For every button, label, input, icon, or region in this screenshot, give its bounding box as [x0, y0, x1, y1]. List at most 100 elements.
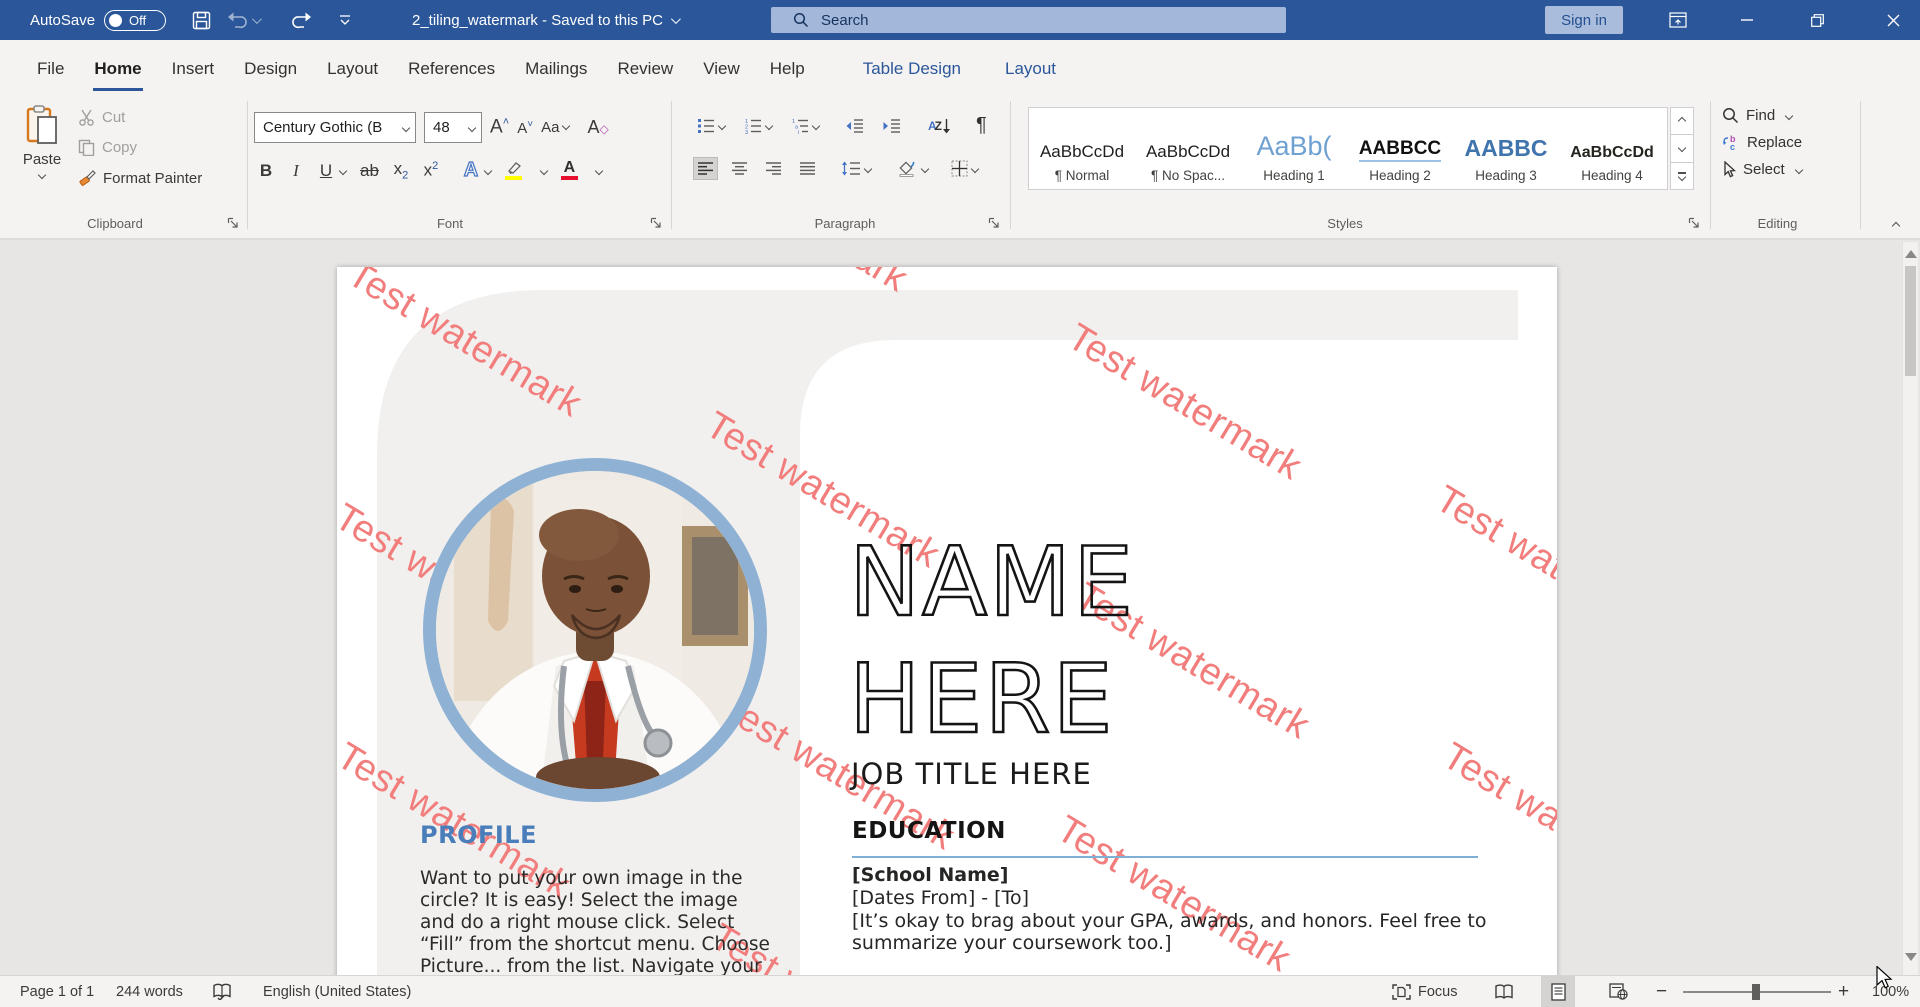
read-mode-button[interactable]	[1487, 976, 1521, 1007]
justify-button[interactable]	[796, 158, 819, 179]
increase-indent-button[interactable]	[880, 115, 904, 137]
tab-references[interactable]: References	[393, 40, 510, 97]
style-heading-1[interactable]: AaBb( Heading 1	[1241, 108, 1347, 189]
sign-in-button[interactable]: Sign in	[1545, 6, 1623, 34]
style-no-spacing[interactable]: AaBbCcDd ¶ No Spac...	[1135, 108, 1241, 189]
minimize-button[interactable]	[1724, 0, 1770, 40]
superscript-button[interactable]: x2	[423, 160, 439, 181]
clear-formatting-button[interactable]: A◇	[587, 117, 608, 138]
tab-insert[interactable]: Insert	[157, 40, 230, 97]
close-button[interactable]	[1866, 0, 1920, 40]
tab-design[interactable]: Design	[229, 40, 312, 97]
tab-review[interactable]: Review	[602, 40, 688, 97]
profile-text-line[interactable]: Want to put your own image in the	[420, 868, 743, 889]
tab-help[interactable]: Help	[755, 40, 820, 97]
underline-button[interactable]: U	[318, 161, 334, 181]
scroll-down-button[interactable]	[1905, 953, 1917, 961]
highlight-color-button[interactable]	[505, 161, 523, 180]
tab-layout-contextual[interactable]: Layout	[990, 40, 1071, 97]
align-left-button[interactable]	[694, 158, 717, 179]
tab-mailings[interactable]: Mailings	[510, 40, 602, 97]
find-button[interactable]: Find	[1722, 107, 1802, 124]
replace-button[interactable]: b c Replace	[1722, 134, 1802, 151]
font-size-combobox[interactable]: 48	[424, 112, 482, 143]
copy-button[interactable]: Copy	[78, 139, 202, 156]
word-count[interactable]: 244 words	[116, 976, 183, 1007]
styles-scroll-up-button[interactable]	[1670, 107, 1694, 135]
numbering-button[interactable]: 1 2 3	[741, 115, 775, 137]
multilevel-list-button[interactable]: 1 a i	[788, 115, 822, 137]
education-school[interactable]: [School Name]	[852, 864, 1008, 886]
education-dates[interactable]: [Dates From] - [To]	[852, 887, 1029, 909]
select-button[interactable]: Select	[1722, 161, 1802, 178]
text-effects-button[interactable]: A	[463, 159, 479, 182]
styles-dialog-launcher[interactable]	[1688, 217, 1702, 231]
paragraph-dialog-launcher[interactable]	[988, 217, 1002, 231]
line-spacing-button[interactable]	[838, 158, 874, 179]
redo-button[interactable]	[286, 0, 316, 40]
style-normal[interactable]: AaBbCcDd ¶ Normal	[1029, 108, 1135, 189]
style-heading-4[interactable]: AaBbCcDd Heading 4	[1559, 108, 1665, 189]
paste-button[interactable]: Paste	[16, 105, 68, 185]
tab-table-design[interactable]: Table Design	[848, 40, 976, 97]
subscript-button[interactable]: x2	[393, 159, 409, 181]
tab-file[interactable]: File	[22, 40, 79, 97]
profile-text-line[interactable]: circle? It is easy! Select the image	[420, 890, 738, 911]
education-heading[interactable]: EDUCATION	[852, 818, 1006, 844]
bullets-button[interactable]	[694, 115, 728, 137]
autosave-switch[interactable]: Off	[104, 10, 166, 31]
profile-text-line[interactable]: “Fill” from the shortcut menu. Choose	[420, 934, 770, 955]
profile-heading[interactable]: PROFILE	[420, 821, 537, 849]
shrink-font-button[interactable]: A˅	[517, 119, 533, 137]
autosave-toggle[interactable]: AutoSave Off	[30, 0, 166, 40]
bold-button[interactable]: B	[258, 161, 274, 181]
styles-expand-gallery-button[interactable]	[1670, 163, 1694, 190]
tab-layout[interactable]: Layout	[312, 40, 393, 97]
focus-mode-button[interactable]: Focus	[1392, 976, 1458, 1007]
zoom-slider-handle[interactable]	[1752, 984, 1760, 1000]
align-center-button[interactable]	[728, 158, 751, 179]
education-description-line[interactable]: [It’s okay to brag about your GPA, award…	[852, 910, 1486, 932]
document-page[interactable]: Test watermark Test watermark Test water…	[337, 267, 1557, 975]
clipboard-dialog-launcher[interactable]	[227, 217, 241, 231]
tab-home[interactable]: Home	[79, 40, 156, 97]
tab-view[interactable]: View	[688, 40, 755, 97]
page-indicator[interactable]: Page 1 of 1	[20, 976, 94, 1007]
sort-button[interactable]: A Z	[925, 115, 954, 137]
undo-button[interactable]	[226, 0, 260, 40]
cut-button[interactable]: Cut	[78, 109, 202, 126]
profile-text-line[interactable]: Picture... from the list. Navigate your	[420, 956, 762, 975]
scroll-up-button[interactable]	[1905, 250, 1917, 258]
style-heading-2[interactable]: AABBCC Heading 2	[1347, 108, 1453, 189]
save-button[interactable]	[186, 0, 216, 40]
decrease-indent-button[interactable]	[843, 115, 867, 137]
font-color-button[interactable]: A	[561, 161, 578, 180]
customize-quick-access-toolbar-button[interactable]	[330, 0, 360, 40]
profile-text-line[interactable]: and do a right mouse click. Select	[420, 912, 734, 933]
change-case-button[interactable]: Aa	[541, 119, 569, 136]
borders-button[interactable]	[948, 157, 981, 180]
format-painter-button[interactable]: Format Painter	[78, 169, 202, 187]
grow-font-button[interactable]: A˄	[490, 116, 509, 138]
restore-button[interactable]	[1794, 0, 1840, 40]
scrollbar-thumb[interactable]	[1905, 266, 1916, 376]
ribbon-display-options-button[interactable]	[1655, 0, 1701, 40]
strikethrough-button[interactable]: ab	[360, 161, 379, 181]
font-name-combobox[interactable]: Century Gothic (B	[254, 112, 416, 143]
job-title[interactable]: JOB TITLE HERE	[851, 757, 1092, 791]
proofing-status-button[interactable]	[212, 976, 232, 1007]
name-heading[interactable]: NAME HERE	[849, 525, 1135, 759]
print-layout-button[interactable]	[1541, 976, 1575, 1007]
language-status[interactable]: English (United States)	[263, 976, 411, 1007]
italic-button[interactable]: I	[288, 161, 304, 181]
align-right-button[interactable]	[762, 158, 785, 179]
collapse-ribbon-button[interactable]	[1889, 219, 1903, 229]
document-title[interactable]: 2_tiling_watermark - Saved to this PC	[412, 0, 678, 40]
zoom-in-button[interactable]: +	[1838, 976, 1849, 1007]
search-box[interactable]: Search	[771, 7, 1286, 33]
zoom-out-button[interactable]: −	[1656, 976, 1667, 1007]
style-heading-3[interactable]: AABBC Heading 3	[1453, 108, 1559, 189]
show-hide-formatting-button[interactable]: ¶	[973, 111, 990, 140]
shading-button[interactable]	[895, 158, 931, 180]
education-description-line[interactable]: summarize your coursework too.]	[852, 932, 1172, 954]
